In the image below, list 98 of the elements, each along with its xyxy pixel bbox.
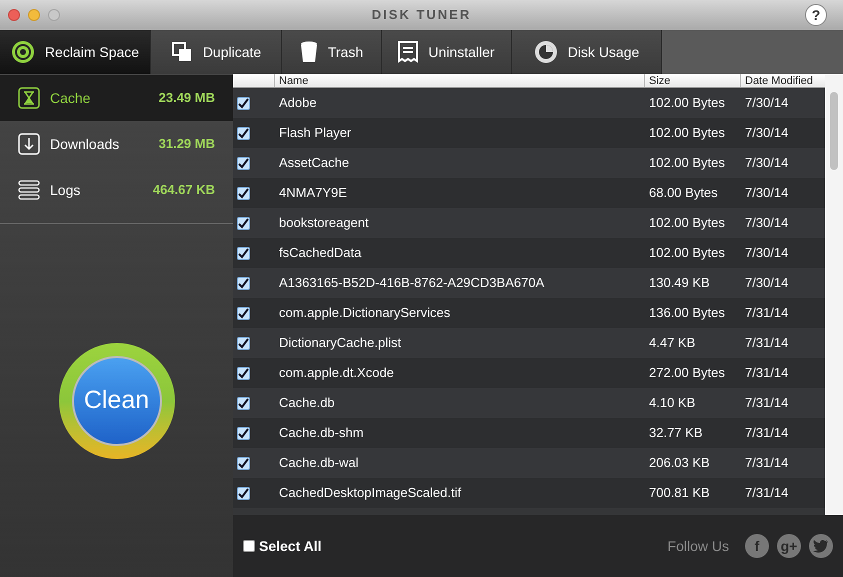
column-header[interactable]: Size	[645, 74, 741, 87]
checkbox[interactable]	[237, 456, 250, 470]
table-cell-text: 7/30/14	[744, 154, 790, 172]
tab[interactable]: Uninstaller	[382, 30, 512, 74]
table-cell-text: 7/31/14	[744, 454, 790, 472]
column-header[interactable]: Name	[275, 74, 645, 87]
table-cell-text: 102.00 Bytes	[648, 214, 726, 232]
table-cell-text: 7/31/14	[744, 484, 790, 502]
item-label: Logs	[50, 180, 80, 200]
pie-icon	[534, 40, 558, 64]
item-size: 31.29 MB	[158, 135, 215, 154]
tab[interactable]: Disk Usage	[512, 30, 662, 74]
table-cell-text: 68.00 Bytes	[648, 184, 719, 202]
checkbox[interactable]	[237, 186, 250, 200]
help-button[interactable]: ?	[805, 4, 827, 26]
table-cell-text: CachedDesktopImageScaled.tif	[278, 484, 462, 502]
table-cell-text: Cache.db	[278, 394, 336, 412]
table-cell-text: 102.00 Bytes	[648, 94, 726, 112]
column-header[interactable]: Date Modified	[741, 74, 825, 87]
table-cell-text: com.apple.DictionaryServices	[278, 304, 452, 322]
tab[interactable]: Trash	[282, 30, 382, 74]
table-cell-text: 4.47 KB	[648, 334, 696, 352]
checkbox[interactable]	[237, 156, 250, 170]
table-cell-text: Adobe	[278, 94, 318, 112]
table-cell-text: AssetCache	[278, 154, 350, 172]
hourglass-icon	[18, 87, 40, 109]
checkbox[interactable]	[237, 426, 250, 440]
table-cell-text: 102.00 Bytes	[648, 124, 726, 142]
follow-us-label: Follow Us	[668, 536, 729, 556]
table-cell-text: 7/30/14	[744, 94, 790, 112]
table-cell-text: fsCachedData	[278, 244, 362, 262]
select-all-label[interactable]: Select All	[259, 536, 322, 556]
scrollbar-thumb[interactable]	[830, 92, 838, 170]
table-cell-text: 700.81 KB	[648, 484, 711, 502]
table-cell-text: 7/30/14	[744, 184, 790, 202]
checkbox[interactable]	[237, 396, 250, 410]
table-cell-text: Flash Player	[278, 124, 352, 142]
table-row[interactable]: fsCachedData 102.00 Bytes 7/30/14	[233, 238, 825, 268]
checkbox[interactable]	[243, 540, 255, 552]
table-cell-text: 7/31/14	[744, 304, 790, 322]
table-cell-text: Cache.db-shm	[278, 424, 365, 442]
sidebar-item[interactable]: Downloads 31.29 MB	[0, 121, 233, 167]
list-icon	[18, 180, 40, 200]
receipt-icon	[398, 41, 418, 63]
item-label: Cache	[50, 88, 90, 108]
table-cell-text: DictionaryCache.plist	[278, 334, 402, 352]
window-title: DISK TUNER	[372, 6, 472, 24]
table-cell-text: 7/30/14	[744, 214, 790, 232]
checkbox[interactable]	[237, 336, 250, 350]
table-cell-text: 7/31/14	[744, 334, 790, 352]
table-cell-text: 32.77 KB	[648, 424, 704, 442]
table-cell-text: com.apple.dt.Xcode	[278, 364, 395, 382]
table-row[interactable]: com.apple.dt.Xcode 272.00 Bytes 7/31/14	[233, 358, 825, 388]
download-icon	[18, 133, 40, 155]
target-icon	[10, 40, 35, 64]
table-cell-text: 7/31/14	[744, 394, 790, 412]
sidebar-item[interactable]: Cache 23.49 MB	[0, 75, 233, 121]
table-row[interactable]: Cache.db-shm 32.77 KB 7/31/14	[233, 418, 825, 448]
table-cell-text: 7/31/14	[744, 424, 790, 442]
scrollbar[interactable]	[825, 74, 843, 515]
item-size: 464.67 KB	[152, 181, 215, 200]
tab[interactable]: Duplicate	[151, 30, 282, 74]
table-cell-text: 7/30/14	[744, 124, 790, 142]
table-row[interactable]: Flash Player 102.00 Bytes 7/30/14	[233, 118, 825, 148]
checkbox[interactable]	[237, 126, 250, 140]
checkbox[interactable]	[237, 246, 250, 260]
checkbox[interactable]	[237, 486, 250, 500]
table-cell-text: 206.03 KB	[648, 454, 711, 472]
checkbox[interactable]	[237, 306, 250, 320]
checkbox[interactable]	[237, 96, 250, 110]
item-size: 23.49 MB	[158, 89, 215, 108]
close-button[interactable]	[8, 9, 20, 21]
table-row[interactable]: 4NMA7Y9E 68.00 Bytes 7/30/14	[233, 178, 825, 208]
duplicate-icon	[170, 41, 193, 63]
checkbox[interactable]	[237, 276, 250, 290]
tab[interactable]: Reclaim Space	[0, 30, 151, 74]
table-row[interactable]: CachedDesktopImageScaled.tif 700.81 KB 7/31/14	[233, 478, 825, 508]
table-cell-text: bookstoreagent	[278, 214, 370, 232]
table-cell-text: 136.00 Bytes	[648, 304, 726, 322]
table-row[interactable]: com.apple.DictionaryServices 136.00 Bytes 7/31/14	[233, 298, 825, 328]
table-cell-text: 272.00 Bytes	[648, 364, 726, 382]
table-cell-text: 7/30/14	[744, 244, 790, 262]
table-cell-text: 4NMA7Y9E	[278, 184, 348, 202]
table-cell-text: 4.10 KB	[648, 394, 696, 412]
table-cell-text: A1363165-B52D-416B-8762-A29CD3BA670A	[278, 274, 546, 292]
checkbox[interactable]	[237, 216, 250, 230]
table-cell-text: 7/30/14	[744, 274, 790, 292]
sidebar-item[interactable]: Logs 464.67 KB	[0, 167, 233, 213]
table-cell-text: Cache.db-wal	[278, 454, 360, 472]
table-cell-text: 7/31/14	[744, 364, 790, 382]
table-cell-text: 102.00 Bytes	[648, 244, 726, 262]
table-cell-text: 102.00 Bytes	[648, 154, 726, 172]
item-label: Downloads	[50, 134, 120, 154]
table-cell-text: 130.49 KB	[648, 274, 711, 292]
checkbox[interactable]	[237, 366, 250, 380]
clean-button[interactable]: Clean	[72, 356, 162, 446]
bird-icon[interactable]	[809, 534, 833, 558]
bin-icon	[300, 41, 318, 63]
